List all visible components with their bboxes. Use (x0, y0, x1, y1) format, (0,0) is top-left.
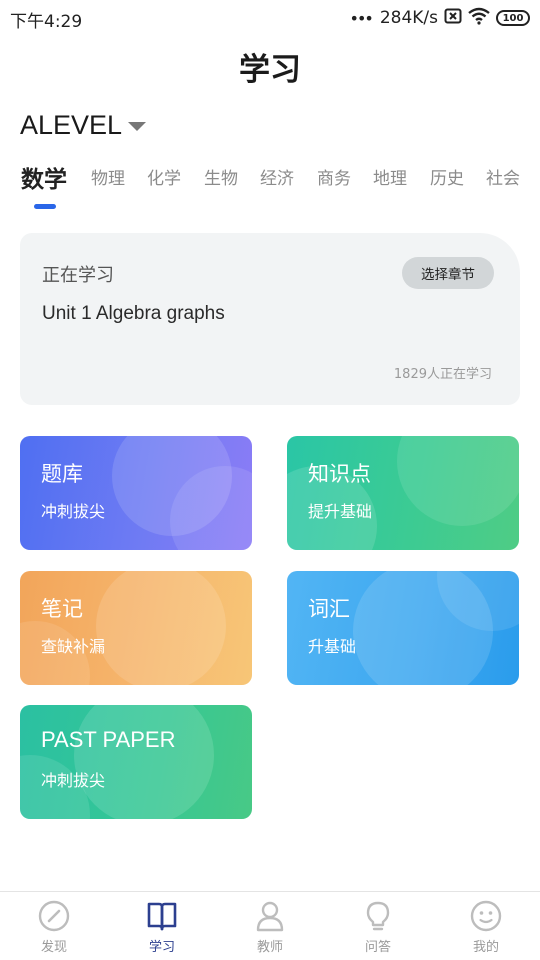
nav-label: 教师 (256, 940, 283, 955)
card-title: PAST PAPER (41, 727, 176, 752)
current-unit: Unit 1 Algebra graphs (42, 303, 225, 324)
nav-label: 学习 (148, 940, 175, 955)
nav-label: 问答 (364, 940, 391, 955)
tab-sociology[interactable]: 社会 (486, 164, 520, 189)
nav-label: 我的 (472, 940, 499, 955)
battery-icon: 100 (496, 10, 530, 26)
tab-business[interactable]: 商务 (317, 164, 351, 189)
nav-study[interactable]: 学习 (122, 892, 202, 960)
lightbulb-icon (362, 900, 394, 932)
bottom-nav: 发现 学习 教师 问答 我的 (0, 891, 540, 960)
learning-label: 正在学习 (42, 265, 114, 286)
card-subtitle: 升基础 (308, 637, 357, 656)
nav-label: 发现 (40, 940, 67, 955)
tab-physics[interactable]: 物理 (91, 164, 125, 189)
tab-chemistry[interactable]: 化学 (147, 164, 181, 189)
nav-discover[interactable]: 发现 (14, 892, 94, 960)
exam-name: ALEVEL (20, 110, 123, 140)
subject-tabs: 数学 物理 化学 生物 经济 商务 地理 历史 社会 (0, 164, 540, 214)
exam-selector[interactable]: ALEVEL (20, 110, 147, 141)
status-time: 下午4:29 (10, 12, 83, 32)
current-learning-card[interactable]: 正在学习 Unit 1 Algebra graphs 选择章节 1829人正在学… (20, 233, 520, 405)
tab-biology[interactable]: 生物 (204, 164, 238, 189)
no-sim-icon (444, 8, 462, 28)
network-speed: 284K/s (379, 8, 438, 28)
select-chapter-button[interactable]: 选择章节 (402, 257, 494, 289)
page-title: 学习 (239, 52, 301, 88)
status-bar: 下午4:29 ••• 284K/s 100 (0, 0, 540, 36)
card-subtitle: 查缺补漏 (41, 637, 106, 656)
card-title: 词汇 (308, 597, 350, 621)
compass-icon (38, 900, 70, 932)
nav-profile[interactable]: 我的 (446, 892, 526, 960)
tab-math[interactable]: 数学 (21, 160, 67, 194)
nav-teacher[interactable]: 教师 (230, 892, 310, 960)
wifi-icon (468, 7, 490, 29)
knowledge-points-card[interactable]: 知识点 提升基础 (287, 436, 519, 550)
tab-economics[interactable]: 经济 (260, 164, 294, 189)
card-subtitle: 冲刺拔尖 (41, 771, 106, 790)
tab-history[interactable]: 历史 (430, 164, 464, 189)
card-title: 题库 (41, 462, 83, 486)
caret-down-icon (128, 122, 147, 131)
card-title: 知识点 (308, 462, 371, 486)
status-indicators: ••• 284K/s 100 (349, 6, 530, 30)
smiley-icon (470, 900, 502, 932)
active-tab-indicator (34, 204, 56, 209)
vocabulary-card[interactable]: 词汇 升基础 (287, 571, 519, 685)
book-icon (146, 900, 178, 932)
card-subtitle: 冲刺拔尖 (41, 502, 106, 521)
question-bank-card[interactable]: 题库 冲刺拔尖 (20, 436, 252, 550)
card-subtitle: 提升基础 (308, 502, 373, 521)
notes-card[interactable]: 笔记 查缺补漏 (20, 571, 252, 685)
signal-dots: ••• (349, 8, 374, 28)
card-title: 笔记 (41, 597, 83, 621)
learner-count: 1829人正在学习 (393, 367, 492, 382)
tab-geography[interactable]: 地理 (373, 164, 407, 189)
teacher-icon (254, 900, 286, 932)
nav-qa[interactable]: 问答 (338, 892, 418, 960)
past-paper-card[interactable]: PAST PAPER 冲刺拔尖 (20, 705, 252, 819)
